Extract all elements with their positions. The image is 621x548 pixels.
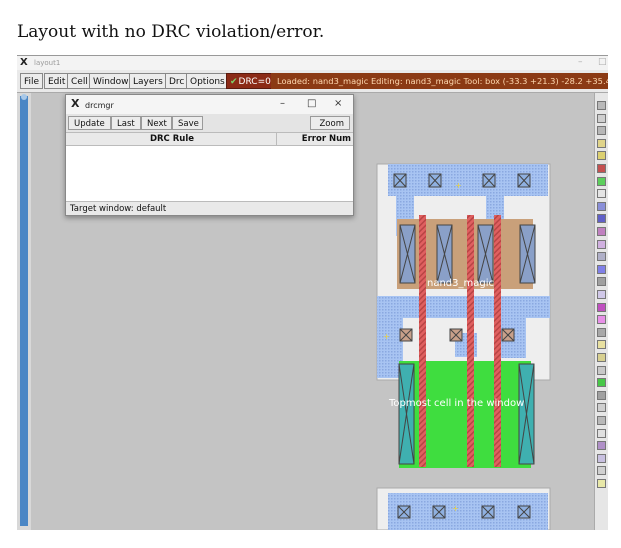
layer-swatch[interactable]: [597, 164, 606, 173]
layer-swatch[interactable]: [597, 277, 606, 287]
scroll-track[interactable]: [20, 96, 28, 526]
layer-swatch[interactable]: [597, 138, 606, 148]
layer-swatch[interactable]: [597, 378, 606, 388]
check-icon: ✔: [230, 77, 238, 87]
menu-layers[interactable]: Layers: [129, 73, 167, 89]
layer-swatch[interactable]: [597, 365, 606, 375]
layer-swatch[interactable]: [597, 113, 606, 123]
metal1-middle: [377, 296, 550, 318]
scroll-thumb[interactable]: [21, 94, 27, 100]
menu-bar: File Edit Cell Window Layers Drc Options…: [17, 70, 608, 93]
window-titlebar: X layout1 – □: [17, 56, 608, 70]
drc-status-button[interactable]: ✔DRC=0: [226, 73, 275, 89]
layer-swatch[interactable]: [597, 189, 606, 199]
layer-swatch[interactable]: [597, 403, 606, 413]
layer-swatch[interactable]: [597, 479, 606, 488]
minimize-button[interactable]: –: [578, 57, 583, 67]
layer-swatch[interactable]: [597, 327, 606, 337]
layer-swatch[interactable]: [597, 176, 606, 186]
next-button[interactable]: Next: [141, 116, 172, 130]
layer-swatch[interactable]: [597, 428, 606, 438]
layer-swatch[interactable]: [597, 453, 606, 463]
drc-count-label: DRC=0: [238, 77, 271, 87]
cell-name-label: nand3_magic: [427, 278, 494, 289]
menu-file[interactable]: File: [20, 73, 44, 89]
update-button[interactable]: Update: [68, 116, 111, 130]
topmost-cell-label: Topmost cell in the window: [388, 398, 524, 409]
layer-swatch[interactable]: [597, 353, 606, 362]
drc-manager-titlebar: X drcmgr – □ ×: [66, 95, 353, 114]
magic-layout-window: X layout1 – □ File Edit Cell Window Laye…: [17, 55, 608, 530]
layer-swatch[interactable]: [597, 390, 606, 400]
drc-manager-window: X drcmgr – □ × Update Last Next Save Zoo…: [65, 94, 354, 216]
drc-close-button[interactable]: ×: [334, 98, 342, 109]
menu-options[interactable]: Options: [186, 73, 229, 89]
layer-swatch[interactable]: [597, 340, 606, 350]
drc-manager-title: drcmgr: [85, 101, 114, 110]
ndiff-region: [399, 361, 531, 468]
layer-swatch[interactable]: [597, 441, 606, 451]
drc-table-header: DRC Rule Error Num: [66, 133, 353, 146]
target-window-label: Target window: default: [66, 201, 353, 215]
window-title: layout1: [34, 59, 61, 67]
zoom-button[interactable]: Zoom: [310, 116, 350, 130]
save-button[interactable]: Save: [172, 116, 203, 130]
layer-swatch[interactable]: [597, 416, 606, 425]
column-error-num[interactable]: Error Num: [278, 133, 353, 145]
menu-drc[interactable]: Drc: [165, 73, 189, 89]
layer-swatch[interactable]: [597, 201, 606, 211]
layer-swatch[interactable]: [597, 239, 606, 249]
layer-swatch[interactable]: [597, 227, 606, 236]
layer-swatch[interactable]: [597, 151, 606, 161]
x11-logo-icon: X: [20, 57, 28, 68]
menu-window[interactable]: Window: [89, 73, 133, 89]
column-drc-rule[interactable]: DRC Rule: [68, 133, 277, 145]
drc-minimize-button[interactable]: –: [280, 98, 285, 109]
layer-swatch[interactable]: [597, 101, 606, 110]
last-button[interactable]: Last: [111, 116, 141, 130]
layer-swatch[interactable]: [597, 466, 606, 476]
layer-swatch[interactable]: [597, 302, 606, 312]
status-bar: Loaded: nand3_magic Editing: nand3_magic…: [271, 73, 608, 89]
layer-swatch[interactable]: [597, 214, 606, 224]
layer-swatch[interactable]: [597, 290, 606, 299]
maximize-button[interactable]: □: [598, 57, 607, 67]
svg-text:+: +: [383, 332, 390, 341]
drc-toolbar: Update Last Next Save Zoom: [66, 114, 353, 133]
x11-logo-icon: X: [71, 97, 80, 110]
layer-palette: [594, 93, 608, 530]
drc-error-list[interactable]: [66, 146, 353, 201]
vertical-scrollbar[interactable]: [17, 93, 31, 530]
svg-text:+: +: [455, 181, 462, 190]
menu-edit[interactable]: Edit: [44, 73, 70, 89]
layer-swatch[interactable]: [597, 315, 606, 325]
layer-swatch[interactable]: [597, 264, 606, 274]
layer-swatch[interactable]: [597, 126, 606, 136]
svg-text:+: +: [452, 504, 459, 513]
page-caption: Layout with no DRC violation/error.: [17, 22, 325, 42]
drc-maximize-button[interactable]: □: [307, 98, 316, 109]
layer-swatch[interactable]: [597, 252, 606, 262]
